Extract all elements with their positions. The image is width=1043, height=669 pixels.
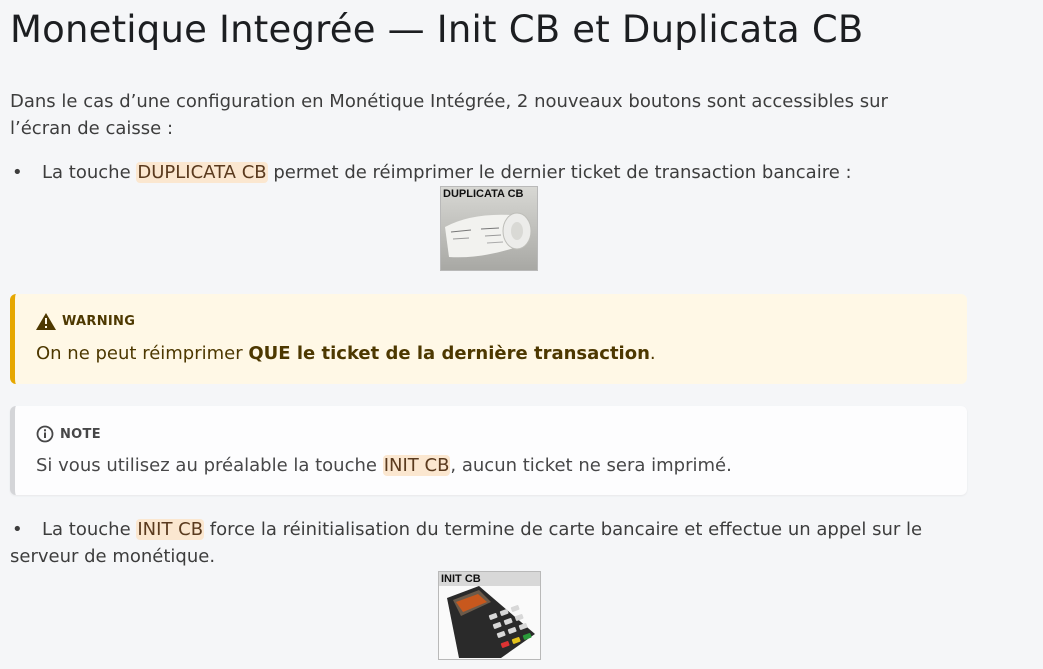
duplicata-cb-button-image: DUPLICATA CB bbox=[440, 186, 538, 271]
note-heading: NOTE bbox=[36, 425, 101, 443]
intro-text: Dans le cas d’une configuration en Monét… bbox=[10, 91, 888, 139]
note-admonition: NOTE Si vous utilisez au préalable la to… bbox=[10, 406, 967, 495]
note-label: NOTE bbox=[60, 426, 101, 442]
warning-text: On ne peut réimprimer QUE le ticket de l… bbox=[36, 343, 656, 364]
list-item-duplicata: • La touche DUPLICATA CB permet de réimpr… bbox=[10, 159, 1000, 186]
inline-code-init-cb: INIT CB bbox=[382, 455, 451, 476]
bullet-dot: • bbox=[12, 162, 23, 183]
duplicata-cb-image-label: DUPLICATA CB bbox=[443, 188, 524, 200]
page-title: Monetique Integrée — Init CB et Duplicat… bbox=[10, 8, 864, 51]
inline-code-duplicata: DUPLICATA CB bbox=[136, 162, 268, 183]
warning-triangle-icon bbox=[36, 313, 56, 330]
bullet-dot: • bbox=[12, 519, 23, 540]
info-circle-icon bbox=[36, 425, 54, 443]
warning-label: WARNING bbox=[62, 314, 136, 329]
init-cb-image-label: INIT CB bbox=[439, 572, 540, 586]
list-item-init-cb: • La touche INIT CB force la réinitialisa… bbox=[10, 516, 970, 570]
warning-heading: WARNING bbox=[36, 313, 135, 330]
intro-paragraph: Dans le cas d’une configuration en Monét… bbox=[10, 88, 940, 142]
warning-bold-text: QUE le ticket de la dernière transaction bbox=[248, 343, 650, 364]
warning-admonition: WARNING On ne peut réimprimer QUE le tic… bbox=[10, 294, 967, 384]
inline-code-init-cb-2: INIT CB bbox=[136, 519, 205, 540]
note-text: Si vous utilisez au préalable la touche … bbox=[36, 455, 732, 476]
init-cb-button-image: INIT CB bbox=[438, 571, 541, 660]
